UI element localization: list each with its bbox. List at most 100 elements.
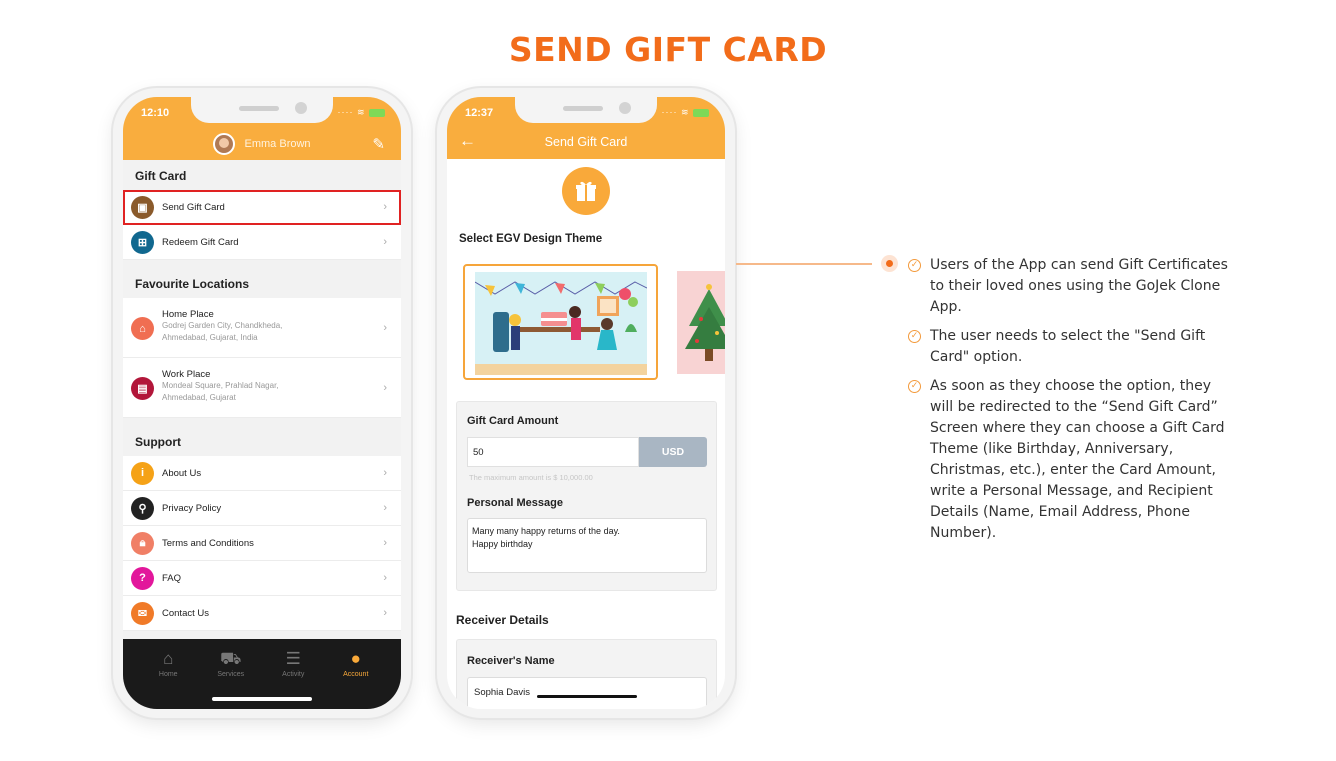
menu-privacy-policy[interactable]: ⚲ Privacy Policy › <box>123 491 401 526</box>
chevron-right-icon: › <box>383 537 387 549</box>
place-address: Godrej Garden City, Chandkheda, Ahmedaba… <box>162 321 283 342</box>
amount-hint: The maximum amount is $ 10,000.00 <box>469 473 593 482</box>
info-icon: i <box>131 461 154 485</box>
menu-terms-and-conditions[interactable]: 🔒︎ Terms and Conditions › <box>123 526 401 561</box>
menu-label: FAQ <box>162 572 182 584</box>
currency-badge[interactable]: USD <box>639 437 707 467</box>
user-name: Emma Brown <box>244 137 311 150</box>
bullet-item: ✓ Users of the App can send Gift Certific… <box>908 255 1228 318</box>
lock-icon: 🔒︎ <box>131 531 154 555</box>
car-icon: ⛟ <box>220 649 242 668</box>
edit-icon[interactable]: ✎ <box>372 135 385 153</box>
section-favourite-locations: Favourite Locations <box>135 277 250 291</box>
basket-icon: ⊞ <box>131 230 154 254</box>
place-label: Work Place <box>162 369 211 380</box>
tab-label: Activity <box>282 671 305 678</box>
menu-send-gift-card[interactable]: ▣ Send Gift Card › <box>123 190 401 225</box>
send-gift-form: Select EGV Design Theme Gift Card Amount… <box>447 159 725 709</box>
check-circle-icon: ✓ <box>908 380 921 393</box>
bullet-item: ✓ The user needs to select the "Send Gift… <box>908 326 1228 368</box>
receiver-details-section: Receiver's Name Sophia Davis <box>456 639 717 709</box>
message-label: Personal Message <box>467 497 563 509</box>
menu-label: Send Gift Card <box>162 201 225 213</box>
menu-label: Contact Us <box>162 607 209 619</box>
tab-label: Home <box>158 671 178 678</box>
select-theme-label: Select EGV Design Theme <box>459 233 603 245</box>
menu-work-place[interactable]: ▤ Work Place Mondeal Square, Prahlad Nag… <box>123 358 401 418</box>
place-label: Home Place <box>162 309 214 320</box>
user-profile[interactable]: Emma Brown <box>123 133 401 155</box>
send-gift-card-screen: 12:37 ···· ≋ ← Send Gift Card Select EGV… <box>447 97 725 709</box>
account-screen: 12:10 ···· ≋ Emma Brown ✎ Gift Card ▣ Se… <box>123 97 401 709</box>
callout-connector <box>736 263 872 265</box>
menu-about-us[interactable]: i About Us › <box>123 456 401 491</box>
privacy-icon: ⚲ <box>131 496 154 520</box>
menu-label: Terms and Conditions <box>162 537 254 549</box>
notch <box>515 97 657 123</box>
amount-input[interactable]: 50 <box>467 437 639 467</box>
menu-contact-us[interactable]: ✉ Contact Us › <box>123 596 401 631</box>
avatar <box>213 133 236 155</box>
screen-title: Send Gift Card <box>544 135 628 149</box>
chevron-right-icon: › <box>383 236 387 248</box>
gift-icon <box>562 167 610 215</box>
menu-faq[interactable]: ? FAQ › <box>123 561 401 596</box>
phone-send-gift-card: 12:37 ···· ≋ ← Send Gift Card Select EGV… <box>437 88 735 718</box>
chevron-right-icon: › <box>383 201 387 213</box>
menu-home-place[interactable]: ⌂ Home Place Godrej Garden City, Chandkh… <box>123 298 401 358</box>
page: SEND GIFT CARD 12:10 ···· ≋ Emma Brown ✎… <box>0 0 1336 761</box>
receiver-name-input[interactable]: Sophia Davis <box>467 677 707 709</box>
home-icon: ⌂ <box>163 649 174 668</box>
tab-account[interactable]: ● Account <box>325 639 388 709</box>
check-circle-icon: ✓ <box>908 330 921 343</box>
check-circle-icon: ✓ <box>908 259 921 272</box>
chevron-right-icon: › <box>383 381 387 394</box>
bottom-tab-bar: ⌂ Home ⛟ Services ☰ Activity ● Account <box>123 639 401 709</box>
home-pin-icon: ⌂ <box>131 317 154 340</box>
message-textarea[interactable]: Many many happy returns of the day. Happ… <box>467 518 707 573</box>
status-icons: ···· ≋ <box>337 107 385 118</box>
chevron-right-icon: › <box>383 321 387 334</box>
home-indicator <box>537 695 637 698</box>
tab-label: Account <box>343 671 369 678</box>
battery-icon <box>693 108 709 117</box>
bullet-item: ✓ As soon as they choose the option, they… <box>908 376 1228 544</box>
callout-dot <box>881 255 898 272</box>
gift-icon: ▣ <box>131 195 154 219</box>
mail-icon: ✉ <box>131 601 154 625</box>
status-time: 12:10 <box>141 107 170 119</box>
gift-card-amount-section: Gift Card Amount 50 USD The maximum amou… <box>456 401 717 591</box>
place-address: Mondeal Square, Prahlad Nagar, Ahmedabad… <box>162 381 279 402</box>
status-icons: ···· ≋ <box>661 107 709 118</box>
chevron-right-icon: › <box>383 572 387 584</box>
status-time: 12:37 <box>465 107 494 119</box>
menu-redeem-gift-card[interactable]: ⊞ Redeem Gift Card › <box>123 225 401 260</box>
chevron-right-icon: › <box>383 467 387 479</box>
bullet-text: As soon as they choose the option, they … <box>930 378 1225 541</box>
activity-icon: ☰ <box>285 649 301 668</box>
theme-birthday-card[interactable] <box>463 264 658 380</box>
bullet-text: The user needs to select the "Send Gift … <box>930 328 1206 365</box>
receiver-name-label: Receiver's Name <box>467 655 555 667</box>
question-icon: ? <box>131 566 154 590</box>
receiver-details-heading: Receiver Details <box>456 613 549 627</box>
theme-christmas-card[interactable] <box>677 271 725 374</box>
tab-home[interactable]: ⌂ Home <box>137 639 200 709</box>
account-menu: Gift Card ▣ Send Gift Card › ⊞ Redeem Gi… <box>123 160 401 639</box>
bullet-text: Users of the App can send Gift Certifica… <box>930 257 1228 315</box>
menu-label: About Us <box>162 467 202 479</box>
account-icon: ● <box>350 649 361 668</box>
notch <box>191 97 333 123</box>
feature-bullets: ✓ Users of the App can send Gift Certific… <box>908 255 1228 552</box>
section-support: Support <box>135 435 181 449</box>
menu-label: Privacy Policy <box>162 502 222 514</box>
birthday-party-illustration <box>474 272 648 375</box>
menu-label: Redeem Gift Card <box>162 236 239 248</box>
phone-account: 12:10 ···· ≋ Emma Brown ✎ Gift Card ▣ Se… <box>113 88 411 718</box>
chevron-right-icon: › <box>383 607 387 619</box>
home-indicator <box>212 697 312 701</box>
section-gift-card: Gift Card <box>135 169 187 183</box>
tab-label: Services <box>217 671 245 678</box>
amount-label: Gift Card Amount <box>467 415 559 427</box>
page-title: SEND GIFT CARD <box>508 30 828 69</box>
